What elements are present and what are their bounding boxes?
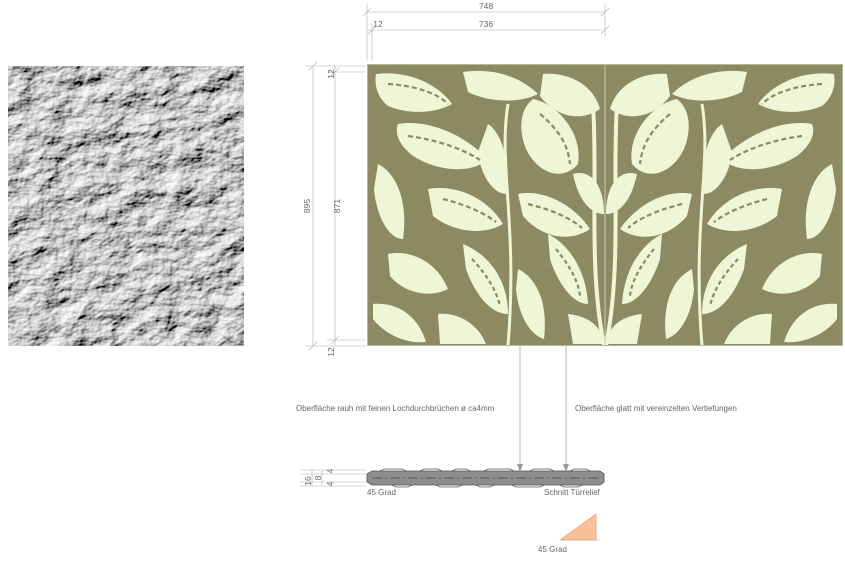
dimension-section-top: 4 xyxy=(325,468,335,473)
dimension-section-total: 16 xyxy=(303,476,313,486)
dimension-section-bottom: 4 xyxy=(325,481,335,486)
dimension-bottom-margin: 12 xyxy=(326,347,336,357)
dimension-inner-height: 871 xyxy=(332,199,342,213)
dimension-overall-height: 895 xyxy=(302,199,312,213)
angle-detail xyxy=(559,513,600,541)
dimension-top-margin: 12 xyxy=(326,69,336,79)
section-profile xyxy=(366,468,605,488)
section-angle-label: 45 Grad xyxy=(367,488,396,497)
detail-angle-label: 45 Grad xyxy=(538,545,567,554)
technical-drawing: 748 736 12 895 871 12 12 Oberfläche rauh… xyxy=(8,1,843,554)
dimension-section-core: 8 xyxy=(313,475,323,480)
dimension-edge-offset: 12 xyxy=(373,19,383,29)
annotation-surface-rough: Oberfläche rauh mit feinen Lochdurchbrüc… xyxy=(296,404,495,413)
leader-lines xyxy=(517,346,569,472)
annotation-surface-smooth: Oberfläche glatt mit vereinzelten Vertie… xyxy=(575,404,737,413)
top-dimensions: 748 736 12 xyxy=(362,1,610,60)
section-dimensions: 16 8 4 4 xyxy=(300,468,366,486)
relief-photo xyxy=(8,66,244,346)
section-title: Schnitt Türrelief xyxy=(544,488,601,497)
dimension-inner-width: 736 xyxy=(479,19,493,29)
side-dimensions: 895 871 12 12 xyxy=(302,61,366,357)
door-panel xyxy=(367,64,843,346)
dimension-overall-width: 748 xyxy=(479,1,493,11)
